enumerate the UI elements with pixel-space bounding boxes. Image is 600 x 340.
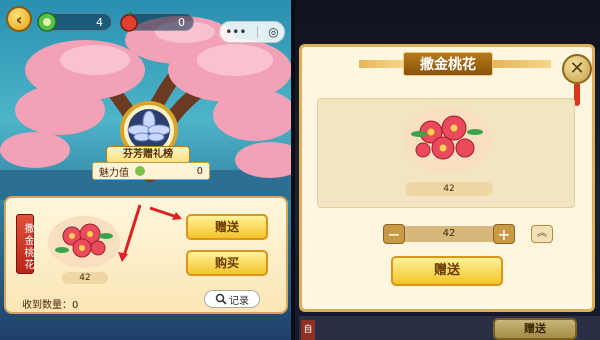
decrease-quantity-button[interactable]: − bbox=[383, 224, 405, 244]
give-button[interactable]: 赠送 bbox=[391, 256, 503, 286]
fruit-icon bbox=[120, 11, 138, 32]
fruit-count: 0 bbox=[178, 15, 185, 29]
received-count: 收到数量：0 bbox=[22, 300, 79, 311]
background-give-button: 赠送 bbox=[493, 318, 577, 340]
close-target-icon[interactable]: ◎ bbox=[268, 25, 278, 39]
gift-amount: 42 bbox=[405, 182, 493, 196]
coin-count: 4 bbox=[96, 15, 103, 29]
charm-value-bar: 魅力值 0 bbox=[92, 162, 210, 180]
fruit-counter: 0 bbox=[120, 11, 194, 32]
gift-amount: 42 bbox=[62, 272, 108, 284]
menu-divider bbox=[256, 26, 258, 38]
charm-label: 魅力值 bbox=[99, 167, 129, 179]
popup-title: 撒金桃花 bbox=[403, 52, 493, 76]
gift-popup-screen: 撒金桃花 ✕ 42 − 42 + ︽ 赠送 自 赠送 bbox=[291, 0, 600, 340]
charm-value: 0 bbox=[196, 165, 203, 177]
charm-sprite-icon bbox=[135, 166, 145, 176]
record-button[interactable]: 记录 bbox=[204, 290, 260, 308]
record-label: 记录 bbox=[229, 295, 249, 307]
quantity-field[interactable]: 42 bbox=[405, 226, 493, 242]
peach-blossom-icon bbox=[403, 107, 491, 173]
buy-button[interactable]: 购买 bbox=[186, 250, 268, 276]
bottom-gift-tag: 自 bbox=[301, 320, 315, 340]
close-button[interactable]: ✕ bbox=[562, 54, 592, 84]
coin-bag-icon bbox=[37, 12, 57, 32]
increase-quantity-button[interactable]: + bbox=[493, 224, 515, 244]
back-button[interactable]: ‹ bbox=[6, 6, 32, 32]
garden-screen: ‹ 4 0 ••• ◎ 芬芳赠礼榜 魅力值 0 撒金桃花 42 赠送 购买 收到… bbox=[0, 0, 295, 340]
magnifier-icon bbox=[215, 293, 227, 305]
more-icon[interactable]: ••• bbox=[225, 25, 246, 39]
title-ribbon-left bbox=[359, 60, 403, 68]
coin-counter: 4 bbox=[37, 12, 112, 32]
gift-name-tag: 撒金桃花 bbox=[16, 214, 34, 274]
max-quantity-button[interactable]: ︽ bbox=[531, 225, 553, 243]
mini-program-menu: ••• ◎ bbox=[219, 21, 285, 43]
title-ribbon-right bbox=[493, 60, 551, 68]
peach-blossom-icon bbox=[48, 216, 120, 268]
give-button[interactable]: 赠送 bbox=[186, 214, 268, 240]
